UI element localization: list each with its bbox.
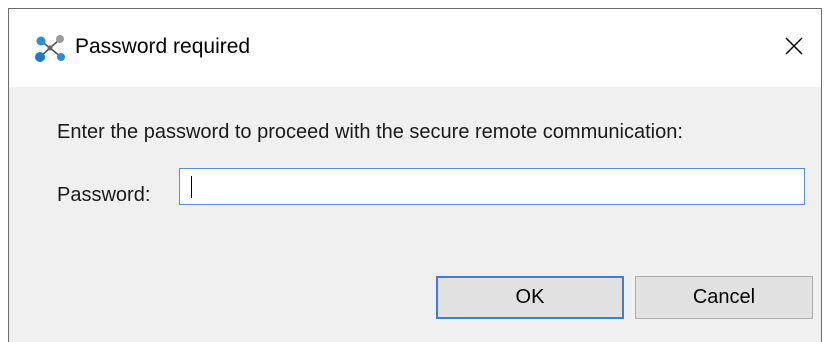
window-title: Password required xyxy=(75,35,251,58)
close-icon xyxy=(785,37,803,55)
close-button[interactable] xyxy=(771,23,817,69)
ok-button[interactable]: OK xyxy=(436,276,624,319)
password-label: Password: xyxy=(57,184,151,206)
text-caret xyxy=(191,176,192,198)
cancel-button[interactable]: Cancel xyxy=(635,276,813,319)
password-dialog: Password required Enter the password to … xyxy=(8,8,822,342)
network-nodes-icon xyxy=(35,35,65,62)
title-bar: Password required xyxy=(9,9,821,87)
prompt-text: Enter the password to proceed with the s… xyxy=(57,121,683,143)
password-input[interactable] xyxy=(179,168,805,205)
